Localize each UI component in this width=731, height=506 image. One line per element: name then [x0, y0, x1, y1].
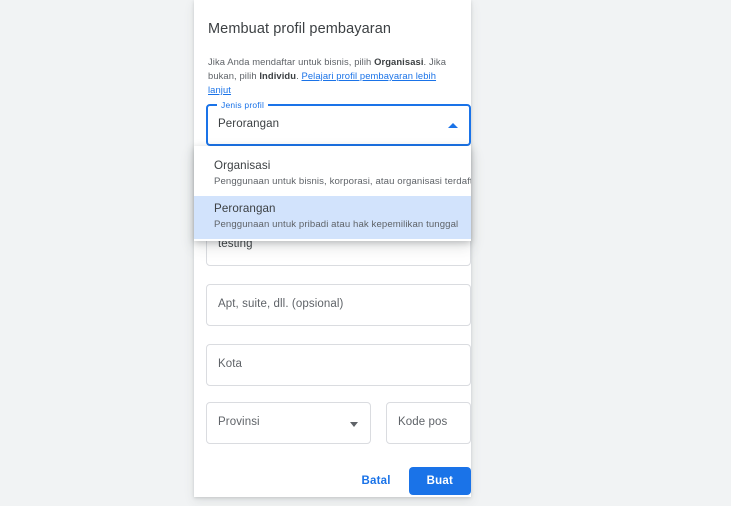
menu-option-perorangan[interactable]: Perorangan Penggunaan untuk pribadi atau… — [194, 196, 471, 239]
menu-option-subtitle: Penggunaan untuk bisnis, korporasi, atau… — [214, 176, 471, 187]
dialog-description: Jika Anda mendaftar untuk bisnis, pilih … — [208, 55, 458, 97]
address-line2-placeholder: Apt, suite, dll. (opsional) — [218, 298, 344, 310]
description-bold-individu: Individu — [259, 70, 297, 81]
cancel-button[interactable]: Batal — [352, 468, 401, 494]
province-placeholder: Provinsi — [218, 416, 260, 428]
chevron-up-icon[interactable] — [448, 123, 458, 128]
city-field[interactable]: Kota — [206, 344, 471, 386]
menu-option-organisasi[interactable]: Organisasi Penggunaan untuk bisnis, korp… — [194, 153, 471, 196]
address-line2-field[interactable]: Apt, suite, dll. (opsional) — [206, 284, 471, 326]
postal-code-field[interactable]: Kode pos — [386, 402, 471, 444]
province-select[interactable]: Provinsi — [206, 402, 371, 444]
city-placeholder: Kota — [218, 358, 243, 370]
description-part1: Jika Anda mendaftar untuk bisnis, pilih — [208, 56, 375, 67]
dialog-title: Membuat profil pembayaran — [208, 21, 392, 37]
create-button[interactable]: Buat — [408, 467, 471, 495]
description-bold-organisasi: Organisasi — [374, 56, 424, 67]
postal-code-placeholder: Kode pos — [398, 416, 448, 428]
menu-option-title: Perorangan — [214, 202, 276, 215]
menu-option-title: Organisasi — [214, 159, 271, 172]
dialog-actions: Batal Buat — [206, 466, 471, 496]
profile-type-select[interactable]: Jenis profil Perorangan — [206, 100, 471, 146]
chevron-down-icon[interactable] — [350, 422, 358, 427]
profile-type-value: Perorangan — [218, 118, 280, 130]
profile-type-dropdown-menu: Organisasi Penggunaan untuk bisnis, korp… — [194, 146, 471, 241]
menu-option-subtitle: Penggunaan untuk pribadi atau hak kepemi… — [214, 219, 459, 230]
profile-type-label: Jenis profil — [217, 100, 269, 111]
